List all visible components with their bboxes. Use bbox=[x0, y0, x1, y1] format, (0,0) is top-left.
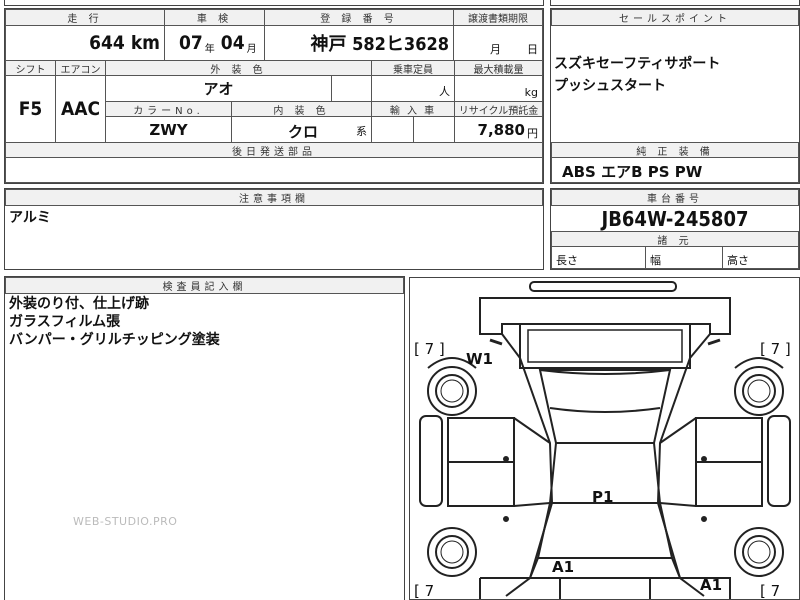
standard-equipment-value: ABS エアB PS PW bbox=[562, 163, 703, 181]
registration-cell: 神戸 582ヒ3628 bbox=[264, 25, 454, 61]
mark-a1-right: A1 bbox=[700, 576, 723, 594]
chassis-header: 車台番号 bbox=[551, 189, 799, 206]
mileage-unit: km bbox=[130, 32, 160, 54]
sales-point-line-2: プッシュスタート bbox=[554, 78, 666, 94]
inspection-year-unit: 年 bbox=[204, 43, 215, 55]
inspection-header: 車 検 bbox=[164, 9, 265, 26]
max-load-unit: kg bbox=[524, 86, 538, 99]
exterior-color-value: アオ bbox=[105, 75, 332, 102]
exterior-color-header: 外 装 色 bbox=[105, 60, 372, 76]
inspection-year: 07 bbox=[179, 32, 203, 54]
transfer-header: 譲渡書類期限 bbox=[453, 9, 543, 26]
color-no-value: ZWY bbox=[105, 116, 232, 143]
mileage-header: 走 行 bbox=[5, 9, 165, 26]
sales-point-line-1: スズキセーフティサポート bbox=[554, 56, 721, 72]
vehicle-diagram: [ 7 ] [ 7 ] [ 7 [ 7 W1 P1 A1 A1 bbox=[409, 277, 800, 600]
interior-color-cell: クロ 系 bbox=[231, 116, 372, 143]
vehicle-outline-svg bbox=[419, 281, 791, 599]
inspector-line-3: バンパー・グリルチッピング塗装 bbox=[9, 332, 220, 348]
recycle-cell: 7,880 円 bbox=[454, 116, 543, 143]
length-cell: 長さ bbox=[551, 246, 646, 269]
import-cell-b bbox=[413, 116, 455, 143]
chassis-value: JB64W-245807 bbox=[601, 207, 749, 231]
mark-p1: P1 bbox=[592, 488, 614, 506]
mark-bracket-top-right: [ 7 ] bbox=[760, 340, 791, 358]
capacity-unit: 人 bbox=[439, 85, 450, 98]
mark-bracket-bottom-right: [ 7 bbox=[760, 582, 781, 600]
watermark: WEB-STUDIO.PRO bbox=[73, 515, 178, 528]
mark-w1: W1 bbox=[466, 350, 493, 368]
interior-color-value: クロ bbox=[288, 123, 319, 141]
color-no-header: カラーNo. bbox=[105, 101, 232, 117]
interior-color-suffix: 系 bbox=[356, 125, 367, 138]
capacity-header: 乗車定員 bbox=[371, 60, 455, 76]
recycle-header: リサイクル預託金 bbox=[454, 101, 543, 117]
max-load-header: 最大積載量 bbox=[454, 60, 543, 76]
recycle-value: 7,880 bbox=[477, 120, 525, 139]
max-load-cell: kg bbox=[454, 75, 543, 102]
interior-color-header: 内 装 色 bbox=[231, 101, 372, 117]
registration-header: 登 録 番 号 bbox=[264, 9, 454, 26]
later-parts-cell bbox=[5, 157, 543, 183]
inspection-cell: 07 年 04 月 bbox=[164, 25, 265, 61]
standard-equipment-header: 純 正 装 備 bbox=[551, 142, 799, 158]
inspection-month: 04 bbox=[220, 32, 245, 54]
mileage-value: 644 bbox=[89, 32, 125, 54]
import-header: 輸 入 車 bbox=[371, 101, 455, 117]
notes-panel: 注意事項欄 アルミ bbox=[4, 188, 544, 270]
standard-equipment-cell: ABS エアB PS PW bbox=[551, 157, 799, 183]
import-cell-a bbox=[371, 116, 414, 143]
height-label: 高さ bbox=[727, 254, 749, 267]
capacity-cell: 人 bbox=[371, 75, 455, 102]
mark-a1-left: A1 bbox=[552, 558, 575, 576]
dimensions-header: 諸 元 bbox=[551, 231, 799, 247]
inspector-line-2: ガラスフィルム張 bbox=[9, 314, 121, 330]
recycle-unit: 円 bbox=[527, 126, 538, 140]
inspector-header: 検査員記入欄 bbox=[5, 277, 404, 294]
length-label: 長さ bbox=[556, 254, 578, 267]
mark-bracket-bottom-left: [ 7 bbox=[414, 582, 435, 600]
inspector-notes: 外装のり付、仕上げ跡 ガラスフィルム張 バンパー・グリルチッピング塗装 bbox=[9, 295, 220, 349]
width-label: 幅 bbox=[650, 254, 661, 267]
aircon-value: AAC bbox=[55, 75, 106, 143]
shift-value: F5 bbox=[5, 75, 56, 143]
top-cutoff-strip bbox=[4, 0, 544, 6]
top-cutoff-strip-right bbox=[550, 0, 800, 6]
sales-point-panel: セールスポイント スズキセーフティサポート プッシュスタート 純 正 装 備 A… bbox=[550, 8, 800, 184]
height-cell: 高さ bbox=[722, 246, 799, 269]
mark-bracket-top-left: [ 7 ] bbox=[414, 340, 445, 358]
transfer-month-unit: 月 bbox=[490, 43, 501, 56]
mileage-cell: 644 km bbox=[5, 25, 165, 61]
transfer-cell: 月 日 bbox=[453, 25, 543, 61]
inspector-line-1: 外装のり付、仕上げ跡 bbox=[9, 296, 149, 312]
inspection-month-unit: 月 bbox=[246, 43, 257, 55]
notes-value: アルミ bbox=[9, 210, 51, 226]
width-cell: 幅 bbox=[645, 246, 723, 269]
inspector-panel: 検査員記入欄 外装のり付、仕上げ跡 ガラスフィルム張 バンパー・グリルチッピング… bbox=[4, 276, 405, 600]
chassis-panel: 車台番号 JB64W-245807 諸 元 長さ 幅 高さ bbox=[550, 188, 800, 270]
transfer-day-unit: 日 bbox=[527, 43, 538, 56]
sales-point-header: セールスポイント bbox=[551, 9, 799, 26]
exterior-color-extra bbox=[331, 75, 372, 102]
notes-header: 注意事項欄 bbox=[5, 189, 543, 206]
aircon-header: エアコン bbox=[55, 60, 106, 76]
later-parts-header: 後日発送部品 bbox=[5, 142, 543, 158]
vehicle-info-panel: 走 行 車 検 登 録 番 号 譲渡書類期限 644 km 07 年 04 月 … bbox=[4, 8, 544, 184]
registration-value: 神戸 582ヒ3628 bbox=[310, 34, 449, 55]
shift-header: シフト bbox=[5, 60, 56, 76]
